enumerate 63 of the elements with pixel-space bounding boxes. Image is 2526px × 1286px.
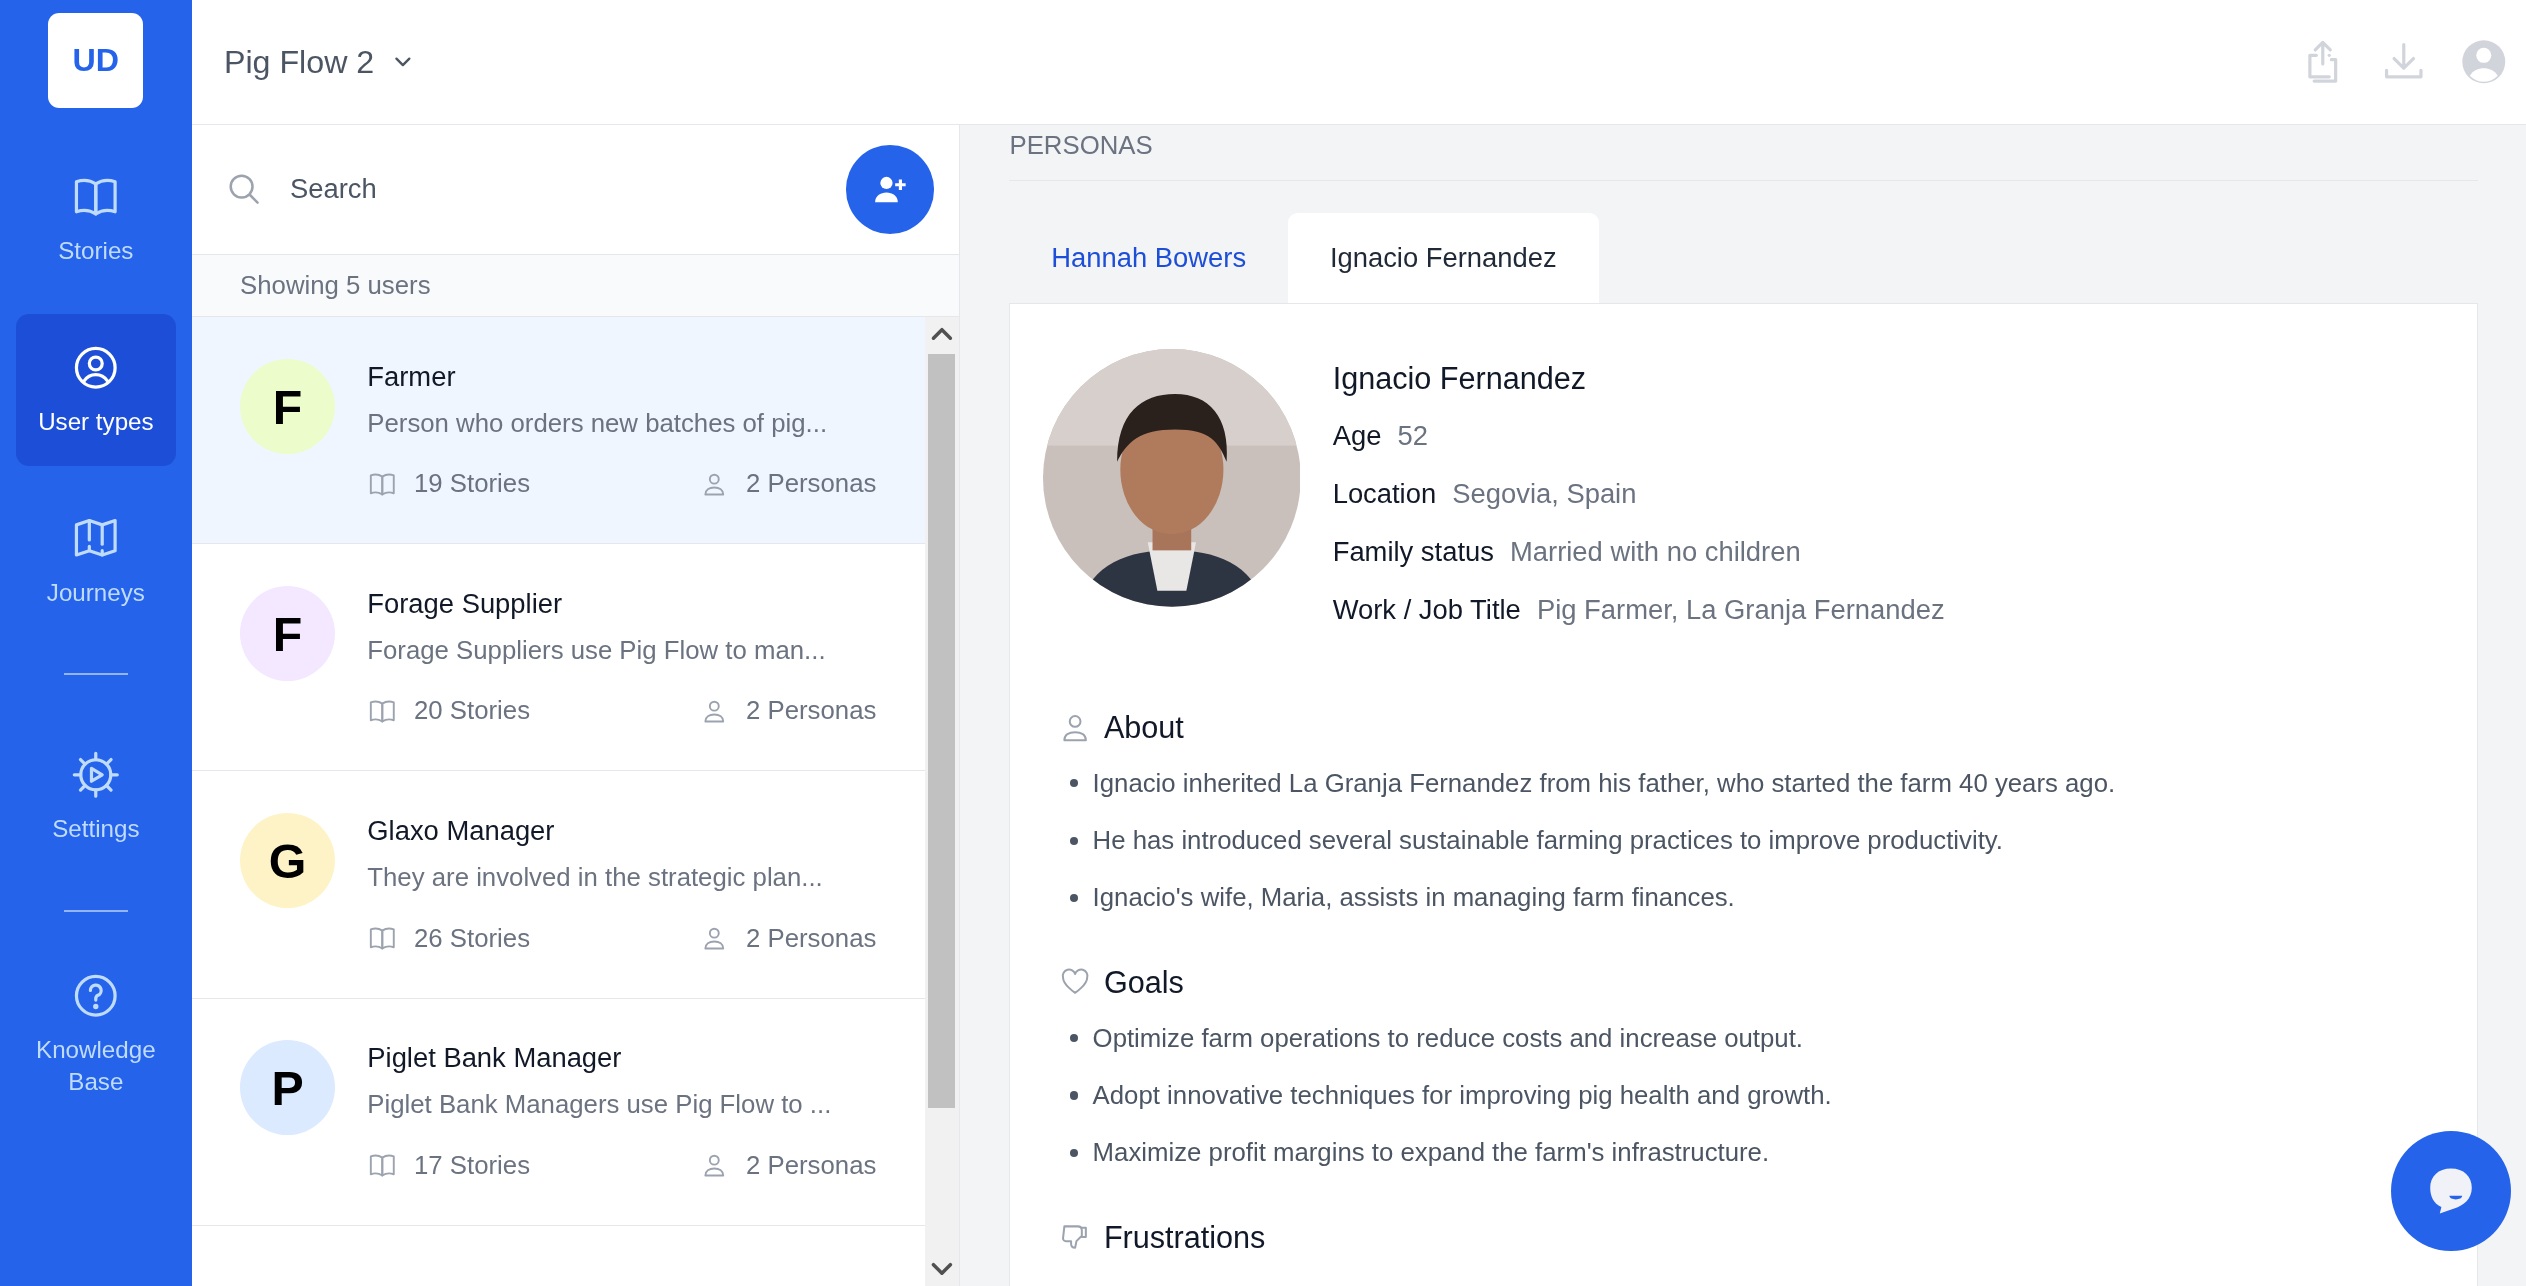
bullet-dot: [1070, 1034, 1079, 1043]
persona-name: Ignacio Fernandez: [1332, 360, 1588, 398]
user-description: Person who orders new batches of pig...: [367, 407, 829, 439]
user-count: Showing 5 users: [191, 254, 959, 318]
user-description: Forage Suppliers use Pig Flow to man...: [367, 634, 827, 666]
bullet-item: Maximize profit margins to expand the farm's infrastructure.: [1092, 1136, 1770, 1168]
persona-tab[interactable]: Ignacio Fernandez: [1288, 213, 1599, 304]
user-card[interactable]: F Forage Supplier Forage Suppliers use Pig Flow to man... 20 Stories 2 Personas: [191, 544, 925, 772]
bullet-dot: [1070, 1091, 1079, 1100]
user-name: Piglet Bank Manager: [367, 1041, 623, 1076]
persona-count: 2 Personas: [746, 469, 877, 499]
field-label: Family status: [1332, 536, 1494, 568]
bullet-dot: [1070, 893, 1079, 902]
bullet-item: He has introduced several sustainable farming practices to improve productivity.: [1092, 824, 2003, 856]
section-title: Goals: [1103, 965, 1184, 1001]
bullet-dot: [1070, 836, 1079, 845]
field-value: Pig Farmer, La Granja Fernandez: [1536, 594, 1945, 626]
user-name: Forage Supplier: [367, 586, 564, 621]
user-name: Glaxo Manager: [367, 814, 556, 849]
nav-item[interactable]: Journeys: [16, 484, 176, 637]
user-name: Farmer: [367, 359, 457, 394]
section-title: Frustrations: [1103, 1219, 1266, 1255]
user-card[interactable]: F Farmer Person who orders new batches of pig... 19 Stories 2 Personas: [191, 317, 925, 545]
avatar: P: [240, 1040, 336, 1136]
nav-item[interactable]: Stories: [16, 143, 176, 295]
bullet-item: Ignacio's wife, Maria, assists in managing farm finances.: [1092, 882, 1735, 914]
search-field[interactable]: Search: [286, 171, 846, 208]
persona-count: 2 Personas: [746, 923, 877, 953]
story-count: 26 Stories: [414, 923, 530, 953]
project-dropdown[interactable]: Pig Flow 2: [223, 43, 417, 81]
section-title: About: [1103, 710, 1184, 746]
nav-item[interactable]: Knowledge Base: [16, 958, 176, 1110]
logo[interactable]: UD: [48, 12, 144, 108]
field-value: Married with no children: [1510, 536, 1801, 568]
field-value: 52: [1397, 420, 1428, 452]
nav-item[interactable]: Settings: [16, 721, 176, 874]
bullet-item: Ignacio inherited La Granja Fernandez from his father, who started the farm 40 years ago.: [1092, 767, 2116, 799]
persona-count: 2 Personas: [746, 696, 877, 726]
story-count: 19 Stories: [414, 469, 530, 499]
persona-tab[interactable]: Hannah Bowers: [1009, 213, 1288, 304]
bullet-item: Adopt innovative techniques for improving pig health and growth.: [1092, 1079, 1832, 1111]
bullet-item: Optimize farm operations to reduce costs and increase output.: [1092, 1022, 1803, 1054]
field-value: Segovia, Spain: [1452, 478, 1637, 510]
nav-item[interactable]: User types: [16, 314, 176, 466]
section-heading: PERSONAS: [1009, 125, 2478, 181]
user-card[interactable]: G Glaxo Manager They are involved in the strategic plan... 26 Stories 2 Personas: [191, 771, 925, 999]
bullet-dot: [1070, 1148, 1079, 1157]
scrollbar[interactable]: [924, 317, 959, 1286]
user-description: Piglet Bank Managers use Pig Flow to ...: [367, 1089, 833, 1121]
story-count: 17 Stories: [414, 1150, 530, 1180]
field-label: Location: [1332, 478, 1437, 510]
settings-icon: [70, 749, 122, 801]
bullet-dot: [1070, 779, 1079, 788]
user-card[interactable]: P Piglet Bank Manager Piglet Bank Managers use Pig Flow to ... 17 Stories 2 Personas: [191, 998, 925, 1226]
field-label: Age: [1332, 420, 1382, 452]
field-label: Work / Job Title: [1332, 594, 1521, 626]
avatar: F: [240, 359, 336, 455]
user-description: They are involved in the strategic plan...: [367, 861, 824, 893]
avatar: F: [240, 586, 336, 682]
persona-count: 2 Personas: [746, 1150, 877, 1180]
avatar: G: [240, 813, 336, 909]
scrollbar-thumb[interactable]: [927, 354, 956, 1109]
story-count: 20 Stories: [414, 696, 530, 726]
